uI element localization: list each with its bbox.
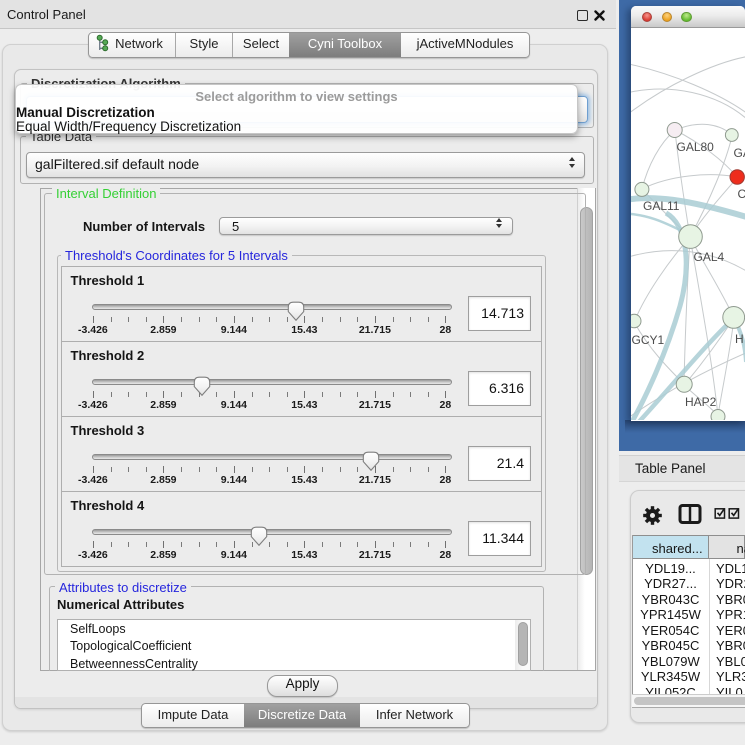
svg-text:C: C	[738, 187, 745, 201]
svg-text:GAL80: GAL80	[677, 140, 715, 154]
svg-text:GAL11: GAL11	[643, 199, 680, 213]
svg-text:GCY1: GCY1	[632, 333, 665, 347]
svg-text:GA: GA	[734, 146, 745, 160]
svg-text:HAP2: HAP2	[685, 395, 717, 409]
svg-text:H: H	[735, 332, 744, 346]
svg-text:GAL4: GAL4	[694, 250, 725, 264]
